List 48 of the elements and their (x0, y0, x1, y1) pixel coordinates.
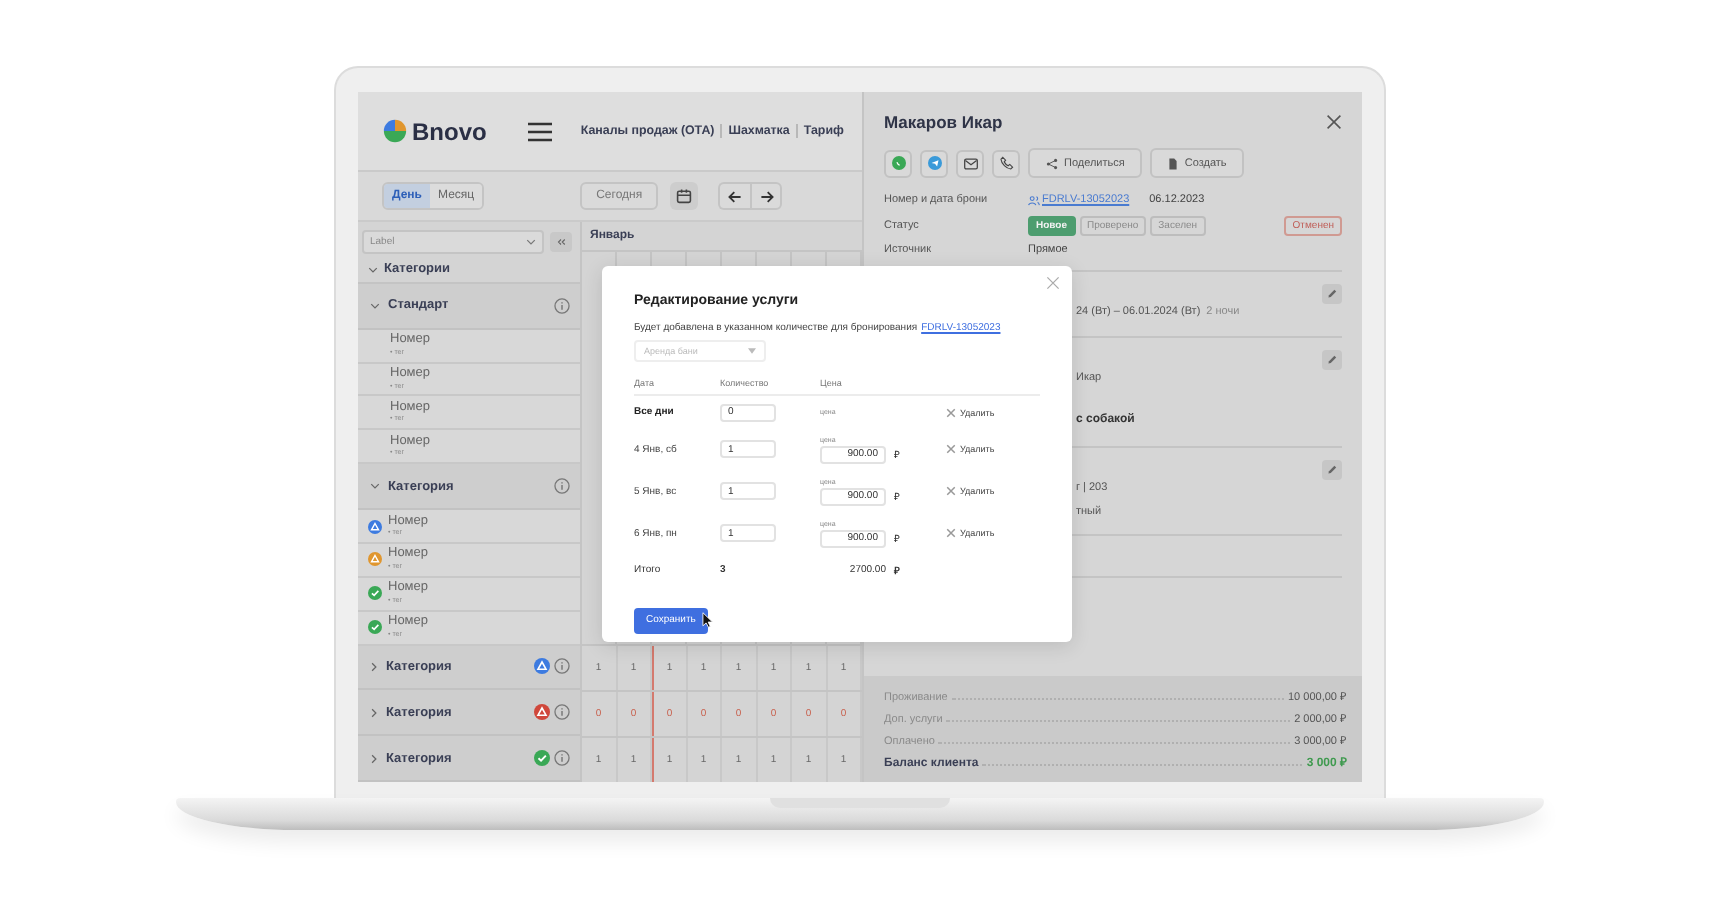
edit-button[interactable] (1322, 349, 1342, 369)
double-chevron-left-icon (556, 238, 566, 246)
close-icon (946, 407, 956, 417)
document-icon (1168, 157, 1179, 169)
info-icon[interactable] (554, 297, 570, 314)
chevron-down-icon (370, 482, 380, 491)
close-icon[interactable] (1046, 276, 1060, 290)
previous-button[interactable] (718, 182, 751, 210)
chevron-right-icon (370, 661, 378, 672)
calendar-button[interactable] (670, 182, 699, 210)
chat-icon (891, 156, 905, 170)
menu-icon[interactable] (528, 121, 553, 141)
paper-plane-icon (927, 156, 941, 170)
mail-icon (963, 157, 977, 169)
email-button[interactable] (956, 149, 984, 177)
close-icon (946, 486, 956, 496)
chevron-down-icon (526, 238, 536, 246)
edit-button[interactable] (1322, 283, 1342, 303)
close-icon[interactable] (1326, 114, 1342, 130)
cursor-icon (702, 612, 714, 628)
close-icon (946, 444, 956, 454)
pencil-icon (1326, 287, 1338, 299)
phone-icon (999, 156, 1013, 170)
chat-button[interactable] (884, 149, 912, 177)
info-icon[interactable] (554, 704, 570, 721)
chevron-right-icon (370, 753, 378, 764)
people-icon (1028, 195, 1040, 206)
share-icon (1046, 157, 1058, 169)
info-icon[interactable] (554, 658, 570, 675)
chevron-right-icon (370, 707, 378, 718)
call-button[interactable] (992, 149, 1020, 177)
info-icon[interactable] (554, 478, 570, 495)
pencil-icon (1326, 353, 1338, 365)
chevron-down-icon (370, 301, 380, 310)
calendar-icon (676, 188, 693, 204)
logo-text: Bnovo (412, 117, 487, 145)
arrow-right-icon (759, 189, 774, 203)
logo-icon (382, 118, 408, 144)
arrow-left-icon (728, 189, 743, 203)
close-icon (946, 528, 956, 538)
guest-name: Макаров Икар (884, 112, 1003, 132)
info-icon[interactable] (554, 750, 570, 767)
edit-button[interactable] (1322, 459, 1342, 479)
next-button[interactable] (750, 182, 783, 210)
chevron-down-icon (368, 265, 378, 274)
collapse-button[interactable] (550, 232, 572, 252)
pencil-icon (1326, 463, 1338, 475)
caret-icon (748, 348, 756, 354)
